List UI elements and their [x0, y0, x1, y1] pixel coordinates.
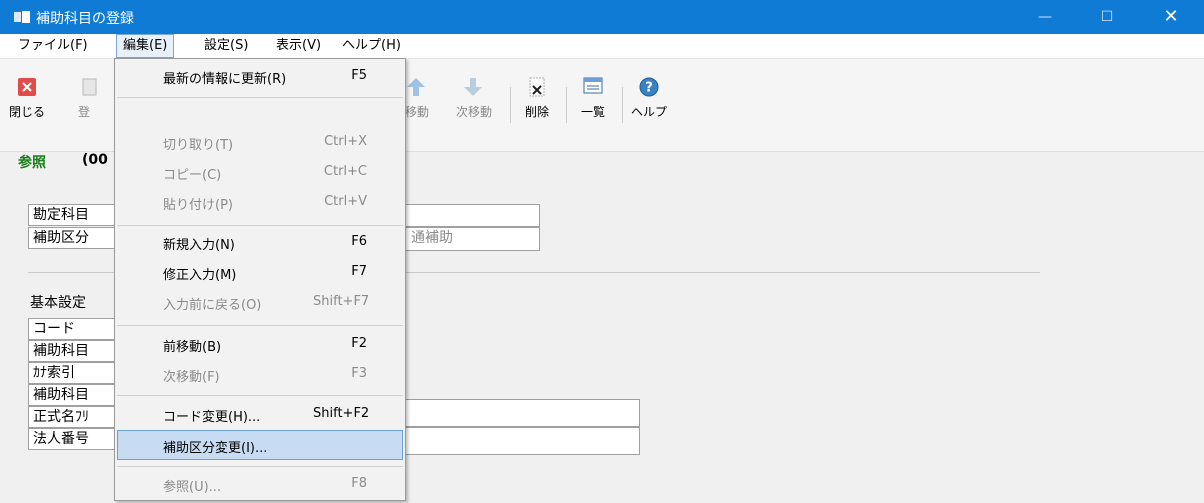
- menu-view[interactable]: 表示(V): [270, 34, 327, 58]
- formal-name-kana-label: 正式名ﾌﾘ: [28, 406, 118, 428]
- list-icon: [583, 77, 603, 94]
- menu-item-paste[interactable]: 貼り付け(P) Ctrl+V: [117, 187, 403, 217]
- menu-item-shortcut: Shift+F2: [313, 406, 370, 421]
- menu-item-shortcut: F3: [351, 366, 367, 381]
- title-bar: 補助科目の登録 — ☐ ✕: [0, 0, 1204, 34]
- menu-item-modify-entry[interactable]: 修正入力(M) F7: [117, 257, 403, 287]
- menu-item-label: 次移動(F): [163, 370, 220, 385]
- next-move-label: 次移動: [455, 105, 492, 119]
- menu-item-revert[interactable]: 入力前に戻る(O) Shift+F7: [117, 287, 403, 317]
- menu-item-label: 修正入力(M): [163, 268, 237, 283]
- menu-item-label: 最新の情報に更新(R): [163, 72, 287, 87]
- menu-item-code-change[interactable]: コード変更(H)... Shift+F2: [117, 399, 403, 429]
- close-window-button[interactable]: ✕: [1148, 0, 1194, 34]
- menu-item-shortcut: F2: [351, 336, 367, 351]
- edit-menu-dropdown: 最新の情報に更新(R) F5 切り取り(T) Ctrl+X コピー(C) Ctr…: [114, 58, 406, 501]
- menu-item-label: 前移動(B): [163, 340, 222, 355]
- menu-item-shortcut: F5: [351, 68, 367, 83]
- menu-help[interactable]: ヘルプ(H): [336, 34, 407, 58]
- menu-edit[interactable]: 編集(E): [116, 34, 175, 58]
- menu-item-shortcut: Ctrl+X: [324, 134, 367, 149]
- subaccount-label: 補助科目: [28, 340, 118, 362]
- record-code: (00: [82, 152, 108, 168]
- close-tool-label: 閉じる: [8, 105, 45, 119]
- help-tool-label: ヘルプ: [630, 105, 667, 119]
- menu-item-cut[interactable]: 切り取り(T) Ctrl+X: [117, 127, 403, 157]
- menu-item-shortcut: F6: [351, 234, 367, 249]
- code-label: コード: [28, 318, 118, 340]
- delete-icon: [529, 77, 545, 97]
- menu-item-label: コード変更(H)...: [163, 410, 261, 425]
- arrow-up-icon: [407, 78, 425, 96]
- close-tool-button[interactable]: 閉じる: [6, 77, 48, 131]
- menu-separator: [117, 225, 403, 226]
- window-title: 補助科目の登録: [36, 11, 134, 27]
- register-icon: [82, 78, 97, 96]
- menu-item-prev-move[interactable]: 前移動(B) F2: [117, 329, 403, 359]
- app-icon: [14, 11, 30, 23]
- formal-name-kana-field[interactable]: [404, 427, 640, 455]
- toolbar-separator: [622, 87, 623, 123]
- menu-item-label: 切り取り(T): [163, 138, 234, 153]
- next-move-tool-button[interactable]: 次移動: [444, 77, 502, 131]
- delete-tool-label: 削除: [524, 105, 549, 119]
- menu-item-shortcut: Shift+F7: [313, 294, 370, 309]
- basic-settings-heading: 基本設定: [30, 295, 86, 311]
- corporate-number-label: 法人番号: [28, 428, 118, 450]
- menu-separator: [117, 97, 403, 98]
- delete-tool-button[interactable]: 削除: [516, 77, 558, 131]
- account-label: 勘定科目: [28, 204, 118, 226]
- menu-item-label: 貼り付け(P): [163, 198, 233, 213]
- close-red-icon: [18, 78, 36, 96]
- list-tool-label: 一覧: [580, 105, 605, 119]
- menu-item-label: 補助区分変更(I)...: [163, 441, 268, 456]
- menu-item-next-move[interactable]: 次移動(F) F3: [117, 359, 403, 389]
- kana-index-label: ｶﾅ索引: [28, 362, 118, 384]
- toolbar-separator: [566, 87, 567, 123]
- list-tool-button[interactable]: 一覧: [572, 77, 614, 131]
- menu-separator: [117, 395, 403, 396]
- account-field[interactable]: [404, 204, 540, 227]
- arrow-down-icon: [464, 78, 482, 96]
- subclass-label: 補助区分: [28, 227, 118, 249]
- menu-item-shortcut: Ctrl+C: [323, 164, 367, 179]
- menu-item-reference[interactable]: 参照(U)... F8: [117, 469, 403, 499]
- register-tool-button[interactable]: 登: [60, 77, 114, 131]
- help-tool-button[interactable]: ? ヘルプ: [628, 77, 670, 131]
- menu-item-label: 入力前に戻る(O): [163, 298, 262, 313]
- menu-bar: ファイル(F) 編集(E) 設定(S) 表示(V) ヘルプ(H): [0, 34, 1204, 59]
- menu-item-label: 参照(U)...: [163, 480, 222, 495]
- menu-file[interactable]: ファイル(F): [12, 34, 94, 58]
- menu-separator: [117, 325, 403, 326]
- maximize-button[interactable]: ☐: [1084, 0, 1130, 34]
- register-tool-label: 登: [77, 105, 90, 119]
- minimize-button[interactable]: —: [1022, 0, 1068, 34]
- menu-item-shortcut: Ctrl+V: [324, 194, 367, 209]
- toolbar-separator: [510, 87, 511, 123]
- svg-text:?: ?: [645, 81, 653, 96]
- menu-item-subclass-change[interactable]: 補助区分変更(I)...: [117, 430, 403, 460]
- menu-item-label: 新規入力(N): [163, 238, 235, 253]
- tab-reference[interactable]: 参照: [18, 152, 46, 172]
- menu-item-shortcut: F8: [351, 476, 367, 491]
- menu-separator: [117, 466, 403, 467]
- menu-item-label: コピー(C): [163, 168, 222, 183]
- subclass-field[interactable]: 通補助: [404, 227, 540, 251]
- menu-settings[interactable]: 設定(S): [198, 34, 254, 58]
- menu-item-copy[interactable]: コピー(C) Ctrl+C: [117, 157, 403, 187]
- subaccount-name-field[interactable]: [404, 399, 640, 427]
- help-icon: ?: [639, 77, 659, 97]
- menu-item-shortcut: F7: [351, 264, 367, 279]
- menu-item-refresh[interactable]: 最新の情報に更新(R) F5: [117, 61, 403, 91]
- menu-item-new-entry[interactable]: 新規入力(N) F6: [117, 227, 403, 257]
- subaccount-name-label: 補助科目: [28, 384, 118, 406]
